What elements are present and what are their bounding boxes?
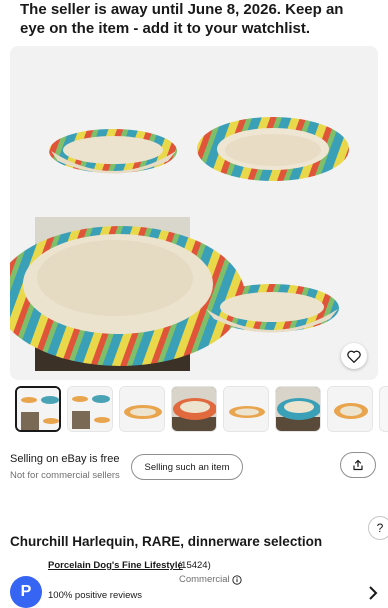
- seller-type-label: Commercial: [179, 574, 230, 585]
- selling-free-title: Selling on eBay is free: [10, 453, 120, 465]
- thumbnail-4[interactable]: [171, 386, 217, 432]
- seller-positive-feedback: 100% positive reviews: [48, 590, 142, 601]
- thumbnail-3[interactable]: [119, 386, 165, 432]
- thumbnail-strip: [15, 386, 388, 434]
- watchlist-button[interactable]: [341, 343, 367, 369]
- share-button[interactable]: [340, 452, 376, 478]
- heart-icon: [347, 350, 361, 363]
- info-icon[interactable]: [232, 574, 242, 585]
- thumbnail-2[interactable]: [67, 386, 113, 432]
- share-icon: [353, 459, 363, 471]
- seller-type: Commercial: [179, 574, 242, 585]
- thumbnail-7[interactable]: [327, 386, 373, 432]
- thumbnail-8[interactable]: [379, 386, 388, 432]
- help-button[interactable]: ?: [368, 516, 388, 540]
- selling-free-subtitle: Not for commercial sellers: [10, 470, 120, 481]
- seller-away-notice: The seller is away until June 8, 2026. K…: [20, 1, 344, 37]
- thumbnail-1[interactable]: [15, 386, 61, 432]
- chevron-right-icon[interactable]: [368, 586, 378, 600]
- main-product-image[interactable]: [10, 46, 378, 380]
- seller-feedback-count: (15424): [178, 560, 211, 571]
- thumbnail-6[interactable]: [275, 386, 321, 432]
- sell-similar-button[interactable]: Selling such an item: [131, 454, 243, 480]
- dinnerware-photo: [10, 117, 349, 371]
- item-title: Churchill Harlequin, RARE, dinnerware se…: [10, 534, 323, 549]
- seller-avatar[interactable]: P: [10, 576, 42, 608]
- thumbnail-5[interactable]: [223, 386, 269, 432]
- seller-name-link[interactable]: Porcelain Dog's Fine Lifestyle: [48, 560, 183, 571]
